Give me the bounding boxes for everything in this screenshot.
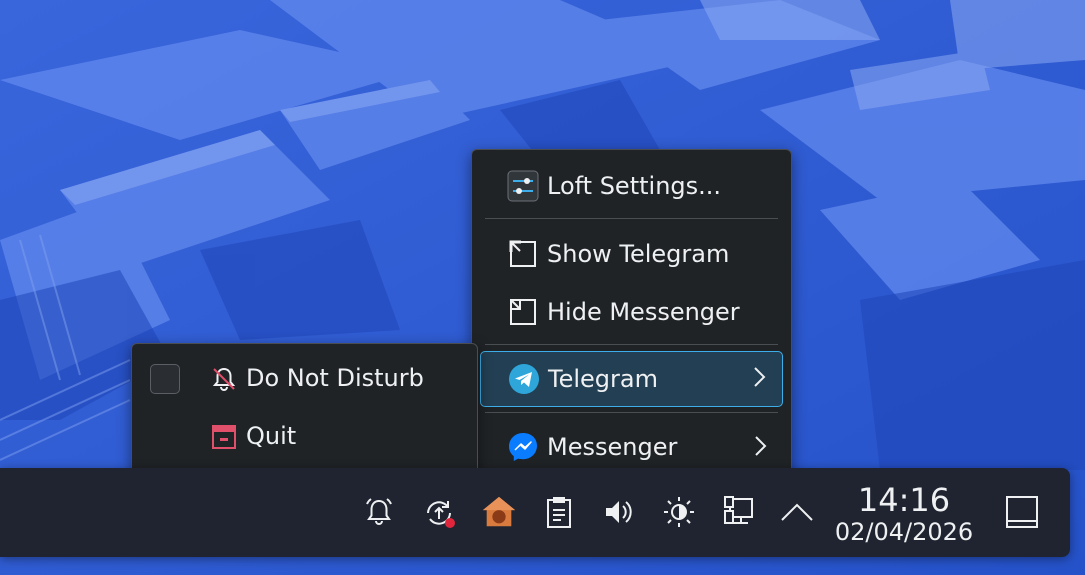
window-restore-icon	[507, 238, 539, 270]
telegram-submenu: Do Not Disturb Quit	[131, 343, 478, 474]
menu-item-quit[interactable]: Quit	[140, 411, 469, 463]
clipboard-icon[interactable]	[541, 494, 577, 530]
menu-item-label: Show Telegram	[547, 240, 730, 268]
telegram-icon	[508, 363, 540, 395]
notifications-icon[interactable]	[361, 494, 397, 530]
brightness-icon[interactable]	[661, 494, 697, 530]
tray-context-menu: Loft Settings... Show Telegram Hide Mess…	[471, 149, 792, 484]
menu-item-do-not-disturb[interactable]: Do Not Disturb	[140, 353, 469, 405]
quit-icon	[208, 421, 240, 453]
menu-item-show-telegram[interactable]: Show Telegram	[480, 228, 783, 280]
taskbar-panel: 14:16 02/04/2026	[0, 468, 1070, 557]
menu-item-label: Telegram	[548, 365, 658, 393]
menu-item-label: Loft Settings...	[547, 172, 722, 200]
chevron-right-icon	[753, 435, 767, 463]
menu-item-loft-settings[interactable]: Loft Settings...	[480, 160, 783, 212]
menu-item-label: Quit	[246, 422, 297, 450]
window-minimize-icon	[507, 296, 539, 328]
menu-item-label: Messenger	[547, 433, 678, 461]
messenger-icon	[507, 431, 539, 463]
clock-date[interactable]: 02/04/2026	[834, 518, 974, 546]
menu-item-messenger[interactable]: Messenger	[480, 421, 783, 473]
update-icon[interactable]	[421, 494, 457, 530]
menu-item-telegram[interactable]: Telegram	[480, 351, 783, 407]
menu-separator	[485, 218, 778, 219]
home-app-icon[interactable]	[481, 494, 517, 530]
do-not-disturb-checkbox[interactable]	[150, 364, 180, 394]
volume-icon[interactable]	[601, 494, 637, 530]
menu-separator	[485, 412, 778, 413]
show-desktop-icon[interactable]	[1004, 494, 1040, 530]
expand-tray-icon[interactable]	[779, 494, 815, 530]
bell-off-icon	[208, 363, 240, 395]
menu-item-label: Do Not Disturb	[246, 364, 424, 392]
settings-sliders-icon	[507, 170, 539, 202]
network-icon[interactable]	[721, 494, 757, 530]
clock-time[interactable]: 14:16	[834, 481, 974, 519]
menu-item-hide-messenger[interactable]: Hide Messenger	[480, 286, 783, 338]
menu-separator	[485, 344, 778, 345]
menu-item-label: Hide Messenger	[547, 298, 740, 326]
chevron-right-icon	[752, 366, 766, 394]
